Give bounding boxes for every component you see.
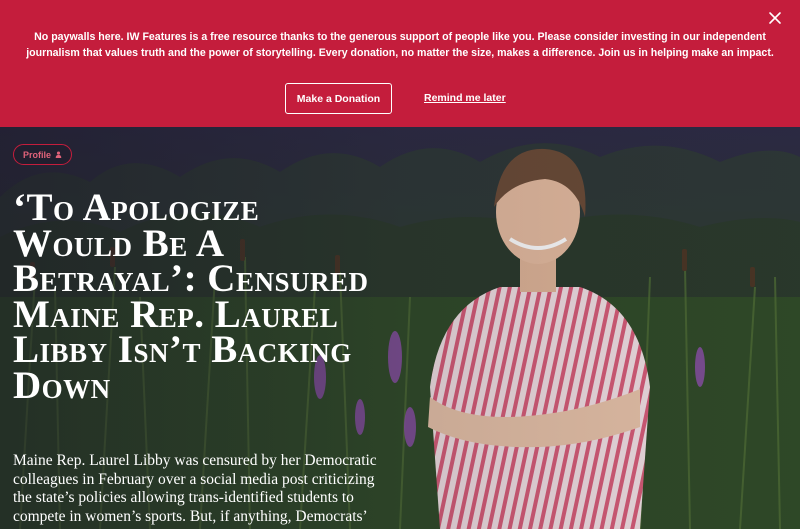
profile-category-tag[interactable]: Profile bbox=[13, 144, 72, 165]
profile-tag-label: Profile bbox=[22, 149, 51, 160]
hero-section: Profile ‘To Apologize Would Be A Betraya… bbox=[0, 127, 800, 529]
article-headline: ‘To Apologize Would Be A Betrayal’: Cens… bbox=[13, 186, 369, 407]
donation-banner: No paywalls here. IW Features is a free … bbox=[0, 0, 800, 127]
person-icon bbox=[55, 151, 62, 158]
close-banner-button[interactable] bbox=[766, 9, 784, 27]
make-donation-button[interactable]: Make a Donation bbox=[285, 83, 392, 114]
close-icon bbox=[769, 12, 781, 24]
banner-message: No paywalls here. IW Features is a free … bbox=[26, 31, 774, 59]
remind-me-later-link[interactable]: Remind me later bbox=[424, 92, 506, 104]
article-dek: Maine Rep. Laurel Libby was censured by … bbox=[13, 452, 377, 525]
